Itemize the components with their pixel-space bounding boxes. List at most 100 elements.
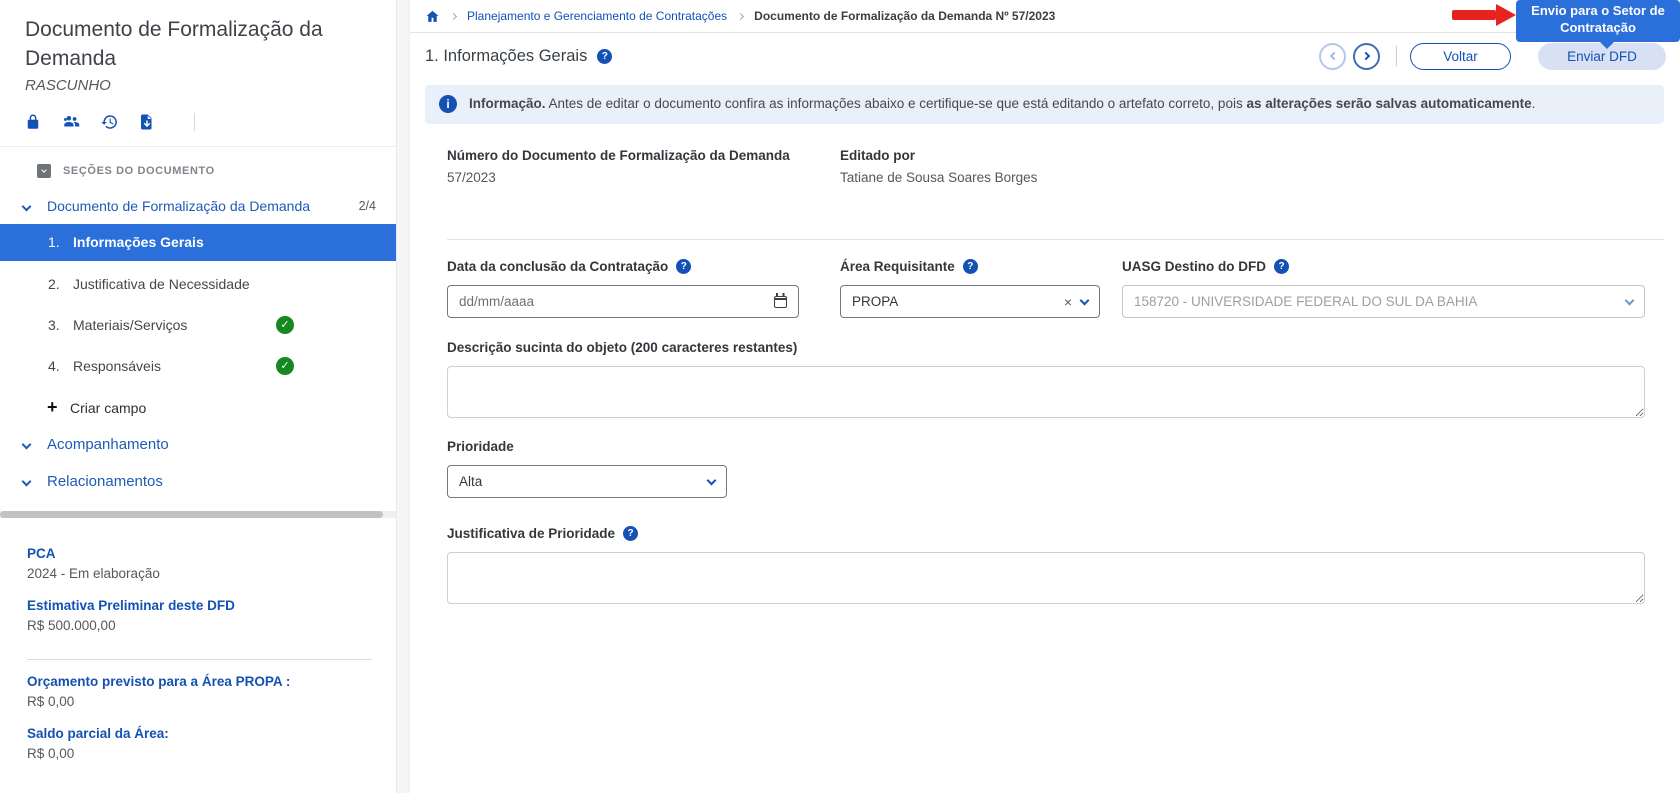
priority-justification-field: Justificativa de Prioridade ? (447, 526, 1645, 607)
help-icon[interactable]: ? (623, 526, 638, 541)
breadcrumb-separator-icon (737, 13, 744, 20)
next-section-button[interactable] (1353, 43, 1380, 70)
summary-estimate: Estimativa Preliminar deste DFD R$ 500.0… (27, 598, 372, 633)
date-input-wrapper (447, 285, 799, 318)
arrow-shaft (1452, 10, 1496, 20)
voltar-button[interactable]: Voltar (1410, 43, 1511, 70)
requesting-area-select[interactable]: PROPA × (840, 285, 1100, 318)
create-field-label: Criar campo (70, 400, 146, 416)
red-arrow-annotation (1452, 4, 1516, 26)
scrollbar-thumb[interactable] (0, 511, 383, 518)
field-label: Data da conclusão da Contratação ? (447, 259, 799, 274)
manage-access-icon[interactable] (62, 113, 100, 131)
chevron-down-icon (707, 475, 717, 485)
info-banner-bold: as alterações serão salvas automaticamen… (1246, 96, 1531, 111)
sidebar-item-informacoes-gerais[interactable]: 1. Informações Gerais (0, 224, 396, 261)
priority-field: Prioridade Alta (447, 439, 1645, 498)
field-label: Prioridade (447, 439, 1645, 454)
document-meta: Número do Documento de Formalização da D… (447, 148, 1680, 185)
summary-value: R$ 0,00 (27, 694, 372, 709)
horizontal-scrollbar[interactable] (0, 511, 396, 518)
group-label: Acompanhamento (47, 436, 169, 453)
sidebar-item-responsaveis[interactable]: 4. Responsáveis ✓ (0, 348, 396, 384)
requesting-area-field: Área Requisitante ? PROPA × (840, 259, 1100, 318)
collapse-sections-icon[interactable] (37, 164, 51, 178)
item-label: Justificativa de Necessidade (73, 276, 250, 292)
sidebar-item-materiais-servicos[interactable]: 3. Materiais/Serviços ✓ (0, 307, 396, 343)
sidebar-item-relacionamentos[interactable]: Relacionamentos (0, 463, 396, 500)
clear-icon[interactable]: × (1064, 294, 1072, 310)
sidebar-item-acompanhamento[interactable]: Acompanhamento (0, 426, 396, 463)
plus-icon: + (47, 397, 70, 418)
help-icon[interactable]: ? (597, 49, 612, 64)
section-progress: 2/4 (359, 197, 376, 216)
meta-value: 57/2023 (447, 170, 840, 185)
field-label: Área Requisitante ? (840, 259, 1100, 274)
breadcrumb-link-pgc[interactable]: Planejamento e Gerenciamento de Contrata… (467, 9, 727, 23)
description-textarea[interactable] (447, 366, 1645, 418)
info-banner-tail: . (1532, 96, 1536, 111)
item-label: Materiais/Serviços (73, 317, 187, 333)
summary-value: 2024 - Em elaboração (27, 566, 372, 581)
summary-label: PCA (27, 546, 372, 561)
summary-budget: Orçamento previsto para a Área PROPA : R… (27, 674, 372, 709)
uasg-field: UASG Destino do DFD ? 158720 - UNIVERSID… (1122, 259, 1645, 318)
sidebar: Documento de Formalização da Demanda RAS… (0, 0, 396, 793)
history-icon[interactable] (100, 113, 138, 131)
summary-label: Saldo parcial da Área: (27, 726, 372, 741)
field-label-text: Área Requisitante (840, 259, 955, 274)
selected-value: PROPA (852, 294, 1064, 309)
page-title: 1. Informações Gerais ? (425, 47, 612, 66)
chevron-down-icon (1080, 295, 1090, 305)
lock-icon[interactable] (24, 113, 62, 131)
field-label-text: Data da conclusão da Contratação (447, 259, 668, 274)
toolbar-divider (194, 113, 195, 131)
help-icon[interactable]: ? (676, 259, 691, 274)
info-icon: i (439, 95, 457, 113)
breadcrumb-separator-icon (450, 13, 457, 20)
priority-justification-textarea[interactable] (447, 552, 1645, 604)
meta-number: Número do Documento de Formalização da D… (447, 148, 840, 185)
informacoes-gerais-form: Data da conclusão da Contratação ? Área … (447, 259, 1645, 607)
document-title: Documento de Formalização da Demanda (25, 16, 370, 74)
field-label-text: Justificativa de Prioridade (447, 526, 615, 541)
sidebar-item-justificativa[interactable]: 2. Justificativa de Necessidade (0, 266, 396, 302)
breadcrumb-current: Documento de Formalização da Demanda Nº … (754, 9, 1055, 23)
help-icon[interactable]: ? (963, 259, 978, 274)
create-field-button[interactable]: + Criar campo (0, 390, 396, 426)
field-label-text: Descrição sucinta do objeto (200 caracte… (447, 340, 797, 355)
previous-section-button[interactable] (1319, 43, 1346, 70)
tree-root-label: Documento de Formalização da Demanda (47, 198, 310, 214)
priority-select[interactable]: Alta (447, 465, 727, 498)
field-label-text: UASG Destino do DFD (1122, 259, 1266, 274)
summary-pca: PCA 2024 - Em elaboração (27, 546, 372, 581)
completion-date-field: Data da conclusão da Contratação ? (447, 259, 799, 318)
chevron-down-icon (1625, 295, 1635, 305)
calendar-icon[interactable] (774, 296, 787, 308)
field-label: UASG Destino do DFD ? (1122, 259, 1645, 274)
export-file-icon[interactable] (138, 113, 176, 131)
tree-root-dfd[interactable]: Documento de Formalização da Demanda 2/4 (0, 190, 396, 219)
form-divider (447, 239, 1664, 240)
meta-value: Tatiane de Sousa Soares Borges (840, 170, 1037, 185)
page-title-text: 1. Informações Gerais (425, 47, 587, 66)
item-label: Responsáveis (73, 358, 161, 374)
meta-editor: Editado por Tatiane de Sousa Soares Borg… (840, 148, 1037, 185)
summary-value: R$ 0,00 (27, 746, 372, 761)
uasg-select: 158720 - UNIVERSIDADE FEDERAL DO SUL DA … (1122, 285, 1645, 318)
document-toolbar (24, 110, 396, 134)
meta-label: Editado por (840, 148, 1037, 163)
field-label: Descrição sucinta do objeto (200 caracte… (447, 340, 1645, 355)
item-number: 1. (48, 234, 73, 250)
summary-balance: Saldo parcial da Área: R$ 0,00 (27, 726, 372, 761)
item-number: 4. (48, 358, 73, 374)
pca-summary: PCA 2024 - Em elaboração Estimativa Prel… (0, 518, 396, 761)
home-icon[interactable] (425, 9, 440, 24)
controls-divider (1396, 46, 1397, 66)
arrow-head (1496, 4, 1516, 26)
sections-header-label: SEÇÕES DO DOCUMENTO (63, 165, 215, 177)
send-tooltip-text: Envio para o Setor de Contratação (1531, 3, 1665, 35)
send-tooltip: Envio para o Setor de Contratação (1516, 0, 1680, 42)
help-icon[interactable]: ? (1274, 259, 1289, 274)
completion-date-input[interactable] (459, 294, 774, 309)
